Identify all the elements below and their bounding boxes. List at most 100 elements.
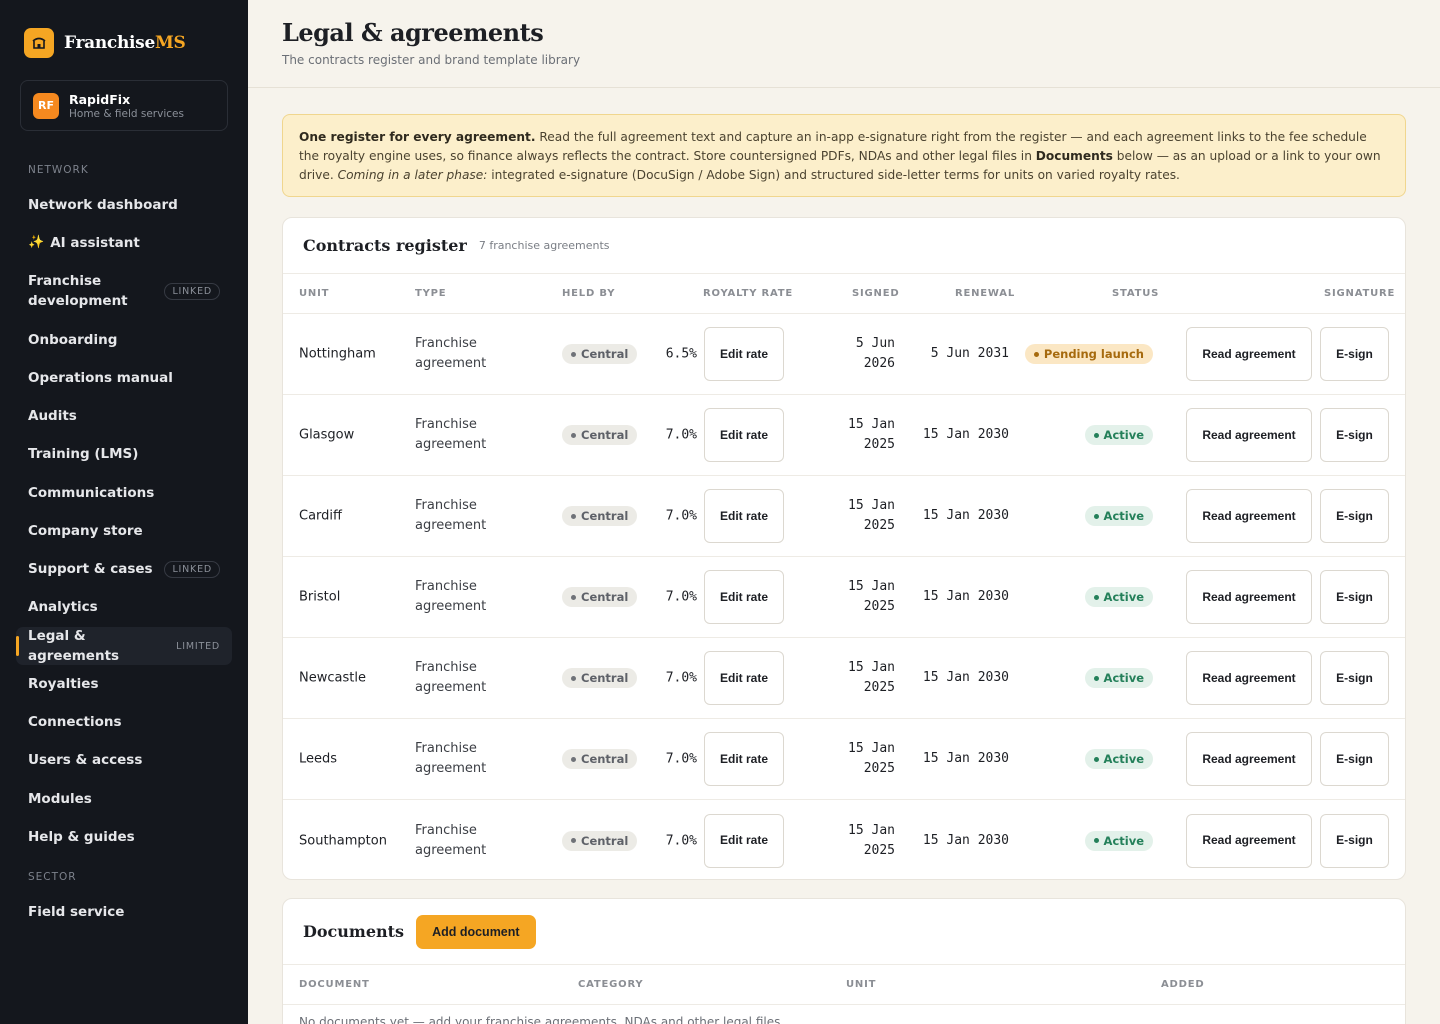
contracts-table-header: UNIT TYPE HELD BY ROYALTY RATE SIGNED RE… — [283, 274, 1405, 314]
row-renewal: 15 Jan 2030 — [922, 589, 1009, 604]
row-unit: Nottingham — [299, 346, 376, 362]
row-type: Franchise agreement — [415, 498, 487, 533]
nav-badge-linked: LINKED — [164, 560, 220, 578]
status-badge: Pending launch — [1024, 344, 1153, 364]
row-unit: Newcastle — [299, 670, 366, 686]
row-royalty-rate: 7.0% — [665, 833, 697, 848]
tenant-name: RapidFix — [69, 91, 131, 107]
status-badge: Active — [1084, 587, 1153, 607]
dot-icon — [571, 756, 576, 762]
col-added[interactable]: ADDED — [1161, 979, 1204, 990]
edit-rate-button[interactable]: Edit rate — [704, 813, 784, 868]
nav-item-communications[interactable]: Communications — [16, 478, 232, 508]
e-sign-button[interactable]: E-sign — [1320, 489, 1389, 543]
nav-item-users-access[interactable]: Users & access — [16, 745, 232, 775]
row-signed: 5 Jun 2026 — [855, 336, 895, 371]
row-type: Franchise agreement — [415, 336, 487, 371]
row-signed: 15 Jan 2025 — [848, 579, 895, 614]
e-sign-button[interactable]: E-sign — [1320, 408, 1389, 462]
nav-item-help-guides[interactable]: Help & guides — [16, 822, 232, 852]
col-unit[interactable]: UNIT — [299, 288, 329, 299]
edit-rate-button[interactable]: Edit rate — [704, 408, 784, 462]
tenant-avatar: RF — [33, 92, 59, 119]
col-status[interactable]: STATUS — [1112, 288, 1159, 299]
e-sign-button[interactable]: E-sign — [1320, 570, 1389, 624]
table-row: Bristol Franchise agreement Central 7.0%… — [283, 557, 1405, 638]
read-agreement-button[interactable]: Read agreement — [1186, 570, 1312, 624]
nav-item-franchise-development[interactable]: Franchise development LINKED — [16, 268, 232, 314]
col-signed[interactable]: SIGNED — [852, 288, 899, 299]
status-badge: Active — [1084, 506, 1153, 526]
col-doc-unit[interactable]: UNIT — [846, 979, 876, 990]
edit-rate-button[interactable]: Edit rate — [704, 570, 784, 624]
nav-section-network: NETWORK — [28, 164, 89, 176]
row-renewal: 15 Jan 2030 — [922, 427, 1009, 442]
row-signed: 15 Jan 2025 — [848, 741, 895, 776]
read-agreement-button[interactable]: Read agreement — [1186, 813, 1312, 868]
dot-icon — [571, 594, 576, 600]
col-type[interactable]: TYPE — [415, 288, 446, 299]
nav-item-modules[interactable]: Modules — [16, 784, 232, 814]
add-document-button[interactable]: Add document — [416, 914, 536, 949]
read-agreement-button[interactable]: Read agreement — [1186, 732, 1312, 786]
nav-item-legal-agreements[interactable]: Legal & agreements LIMITED — [16, 627, 232, 665]
nav-item-operations-manual[interactable]: Operations manual — [16, 363, 232, 393]
e-sign-button[interactable]: E-sign — [1320, 732, 1389, 786]
nav-item-audits[interactable]: Audits — [16, 401, 232, 431]
held-by-badge: Central — [562, 668, 638, 688]
nav-item-support-cases[interactable]: Support & cases LINKED — [16, 554, 232, 584]
col-signature[interactable]: SIGNATURE — [1324, 288, 1395, 299]
e-sign-button[interactable]: E-sign — [1320, 651, 1389, 705]
dot-icon — [1033, 351, 1039, 357]
row-type: Franchise agreement — [415, 579, 487, 614]
brand-name: FranchiseMS — [64, 33, 186, 53]
tenant-switcher[interactable]: RF RapidFix Home & field services — [20, 80, 228, 131]
row-type: Franchise agreement — [415, 660, 487, 695]
nav-item-network-dashboard[interactable]: Network dashboard — [16, 190, 232, 220]
nav-item-onboarding[interactable]: Onboarding — [16, 325, 232, 355]
storefront-icon — [24, 28, 54, 58]
brand[interactable]: FranchiseMS — [24, 28, 186, 58]
documents-table-header: DOCUMENT CATEGORY UNIT ADDED — [283, 965, 1405, 1005]
nav-item-company-store[interactable]: Company store — [16, 516, 232, 546]
row-royalty-rate: 7.0% — [665, 508, 697, 524]
edit-rate-button[interactable]: Edit rate — [704, 327, 784, 381]
documents-section: Documents Add document DOCUMENT CATEGORY… — [282, 898, 1406, 1024]
dot-icon — [1093, 594, 1099, 600]
contracts-table-body: Nottingham Franchise agreement Central 6… — [283, 314, 1405, 879]
edit-rate-button[interactable]: Edit rate — [704, 651, 784, 705]
nav-item-training[interactable]: Training (LMS) — [16, 439, 232, 469]
read-agreement-button[interactable]: Read agreement — [1186, 489, 1312, 543]
e-sign-button[interactable]: E-sign — [1320, 327, 1389, 381]
edit-rate-button[interactable]: Edit rate — [704, 489, 784, 543]
col-category[interactable]: CATEGORY — [578, 979, 643, 990]
dot-icon — [571, 838, 576, 843]
dot-icon — [571, 351, 576, 357]
nav-item-connections[interactable]: Connections — [16, 707, 232, 737]
nav-item-analytics[interactable]: Analytics — [16, 592, 232, 622]
nav-item-field-service[interactable]: Field service — [16, 897, 232, 927]
table-row: Newcastle Franchise agreement Central 7.… — [283, 638, 1405, 719]
sidebar: FranchiseMS RF RapidFix Home & field ser… — [0, 0, 248, 1024]
col-document[interactable]: DOCUMENT — [299, 979, 370, 990]
e-sign-button[interactable]: E-sign — [1320, 813, 1389, 868]
page-title: Legal & agreements — [282, 18, 544, 47]
table-row: Cardiff Franchise agreement Central 7.0%… — [283, 476, 1405, 557]
read-agreement-button[interactable]: Read agreement — [1186, 651, 1312, 705]
row-signed: 15 Jan 2025 — [848, 417, 895, 452]
read-agreement-button[interactable]: Read agreement — [1186, 327, 1312, 381]
edit-rate-button[interactable]: Edit rate — [704, 732, 784, 786]
row-type: Franchise agreement — [415, 822, 487, 858]
read-agreement-button[interactable]: Read agreement — [1186, 408, 1312, 462]
row-unit: Cardiff — [299, 508, 342, 524]
row-signed: 15 Jan 2025 — [848, 822, 895, 858]
contracts-count: 7 franchise agreements — [478, 239, 610, 252]
col-royalty-rate[interactable]: ROYALTY RATE — [703, 288, 793, 299]
col-held-by[interactable]: HELD BY — [562, 288, 615, 299]
held-by-badge: Central — [562, 344, 638, 364]
held-by-badge: Central — [562, 830, 638, 851]
nav-item-ai-assistant[interactable]: ✨ AI assistant — [16, 228, 232, 258]
held-by-badge: Central — [562, 425, 638, 445]
col-renewal[interactable]: RENEWAL — [955, 288, 1015, 299]
nav-item-royalties[interactable]: Royalties — [16, 669, 232, 699]
